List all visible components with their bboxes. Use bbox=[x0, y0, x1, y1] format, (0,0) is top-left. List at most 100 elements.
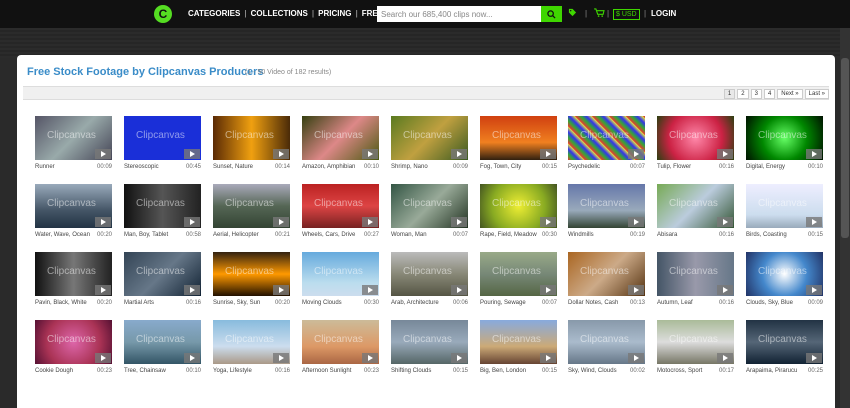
clip-card[interactable]: Clipcanvas Shrimp, Nano 00:09 bbox=[391, 116, 468, 170]
clip-thumbnail[interactable]: Clipcanvas bbox=[568, 320, 645, 364]
clip-thumbnail[interactable]: Clipcanvas bbox=[746, 252, 823, 296]
clip-title[interactable]: Man, Boy, Tablet bbox=[124, 232, 168, 238]
clip-card[interactable]: Clipcanvas Aerial, Helicopter 00:21 bbox=[213, 184, 290, 238]
clip-card[interactable]: Clipcanvas Wheels, Cars, Drive 00:27 bbox=[302, 184, 379, 238]
scrollbar-thumb[interactable] bbox=[841, 58, 849, 238]
clip-card[interactable]: Clipcanvas Abisara 00:16 bbox=[657, 184, 734, 238]
clip-title[interactable]: Yoga, Lifestyle bbox=[213, 368, 252, 374]
clip-title[interactable]: Digital, Energy bbox=[746, 164, 785, 170]
clipcanvas-logo[interactable]: C bbox=[154, 5, 172, 23]
clip-title[interactable]: Sunset, Nature bbox=[213, 164, 253, 170]
clip-thumbnail[interactable]: Clipcanvas bbox=[657, 116, 734, 160]
clip-thumbnail[interactable]: Clipcanvas bbox=[568, 252, 645, 296]
clip-thumbnail[interactable]: Clipcanvas bbox=[657, 320, 734, 364]
clip-title[interactable]: Cookie Dough bbox=[35, 368, 73, 374]
clip-thumbnail[interactable]: Clipcanvas bbox=[124, 252, 201, 296]
clip-card[interactable]: Clipcanvas Woman, Man 00:07 bbox=[391, 184, 468, 238]
clip-card[interactable]: Clipcanvas Arab, Architecture 00:06 bbox=[391, 252, 468, 306]
clip-thumbnail[interactable]: Clipcanvas bbox=[35, 252, 112, 296]
play-icon[interactable] bbox=[806, 217, 822, 227]
clip-thumbnail[interactable]: Clipcanvas bbox=[35, 320, 112, 364]
play-icon[interactable] bbox=[95, 353, 111, 363]
clip-card[interactable]: Clipcanvas Water, Wave, Ocean 00:20 bbox=[35, 184, 112, 238]
clip-thumbnail[interactable]: Clipcanvas bbox=[746, 116, 823, 160]
clip-title[interactable]: Arab, Architecture bbox=[391, 300, 439, 306]
clip-title[interactable]: Aerial, Helicopter bbox=[213, 232, 259, 238]
last-page-button[interactable]: Last » bbox=[804, 89, 829, 99]
clip-thumbnail[interactable]: Clipcanvas bbox=[657, 252, 734, 296]
clip-thumbnail[interactable]: Clipcanvas bbox=[746, 184, 823, 228]
clip-title[interactable]: Windmills bbox=[568, 232, 594, 238]
clip-card[interactable]: Clipcanvas Afternoon Sunlight 00:23 bbox=[302, 320, 379, 374]
play-icon[interactable] bbox=[717, 149, 733, 159]
play-icon[interactable] bbox=[806, 353, 822, 363]
clip-thumbnail[interactable]: Clipcanvas bbox=[657, 184, 734, 228]
cart-icon[interactable] bbox=[594, 8, 605, 20]
clip-thumbnail[interactable]: Clipcanvas bbox=[480, 252, 557, 296]
clip-card[interactable]: Clipcanvas Arapaima, Pirarucu 00:25 bbox=[746, 320, 823, 374]
clip-thumbnail[interactable]: Clipcanvas bbox=[746, 320, 823, 364]
clip-thumbnail[interactable]: Clipcanvas bbox=[302, 116, 379, 160]
play-icon[interactable] bbox=[540, 353, 556, 363]
clip-thumbnail[interactable]: Clipcanvas bbox=[302, 252, 379, 296]
play-icon[interactable] bbox=[95, 149, 111, 159]
play-icon[interactable] bbox=[540, 149, 556, 159]
clip-card[interactable]: Clipcanvas Sky, Wind, Clouds 00:02 bbox=[568, 320, 645, 374]
clip-thumbnail[interactable]: Clipcanvas bbox=[480, 320, 557, 364]
clip-thumbnail[interactable]: Clipcanvas bbox=[480, 184, 557, 228]
clip-thumbnail[interactable]: Clipcanvas bbox=[480, 116, 557, 160]
tag-icon[interactable] bbox=[568, 8, 577, 20]
clip-thumbnail[interactable]: Clipcanvas bbox=[124, 116, 201, 160]
page-2-button[interactable]: 2 bbox=[737, 89, 749, 99]
clip-thumbnail[interactable]: Clipcanvas bbox=[391, 184, 468, 228]
clip-title[interactable]: Psychedelic bbox=[568, 164, 600, 170]
play-icon[interactable] bbox=[184, 149, 200, 159]
play-icon[interactable] bbox=[273, 285, 289, 295]
play-icon[interactable] bbox=[184, 217, 200, 227]
clip-thumbnail[interactable]: Clipcanvas bbox=[124, 320, 201, 364]
play-icon[interactable] bbox=[717, 217, 733, 227]
clip-card[interactable]: Clipcanvas Moving Clouds 00:30 bbox=[302, 252, 379, 306]
play-icon[interactable] bbox=[540, 285, 556, 295]
next-page-button[interactable]: Next » bbox=[777, 89, 803, 99]
nav-pricing[interactable]: PRICING bbox=[318, 9, 351, 18]
clip-thumbnail[interactable]: Clipcanvas bbox=[391, 320, 468, 364]
clip-card[interactable]: Clipcanvas Cookie Dough 00:23 bbox=[35, 320, 112, 374]
play-icon[interactable] bbox=[362, 285, 378, 295]
clip-card[interactable]: Clipcanvas Birds, Coasting 00:15 bbox=[746, 184, 823, 238]
clip-title[interactable]: Clouds, Sky, Blue bbox=[746, 300, 793, 306]
play-icon[interactable] bbox=[540, 217, 556, 227]
play-icon[interactable] bbox=[273, 149, 289, 159]
page-3-button[interactable]: 3 bbox=[750, 89, 762, 99]
clip-thumbnail[interactable]: Clipcanvas bbox=[213, 320, 290, 364]
play-icon[interactable] bbox=[273, 353, 289, 363]
play-icon[interactable] bbox=[451, 217, 467, 227]
clip-card[interactable]: Clipcanvas Rape, Field, Meadow 00:30 bbox=[480, 184, 557, 238]
clip-card[interactable]: Clipcanvas Tree, Chainsaw 00:10 bbox=[124, 320, 201, 374]
page-4-button[interactable]: 4 bbox=[763, 89, 776, 99]
clip-title[interactable]: Arapaima, Pirarucu bbox=[746, 368, 797, 374]
play-icon[interactable] bbox=[95, 217, 111, 227]
clip-title[interactable]: Big, Ben, London bbox=[480, 368, 526, 374]
clip-title[interactable]: Tulip, Flower bbox=[657, 164, 691, 170]
clip-title[interactable]: Fog, Town, City bbox=[480, 164, 521, 170]
clip-card[interactable]: Clipcanvas Martial Arts 00:16 bbox=[124, 252, 201, 306]
play-icon[interactable] bbox=[273, 217, 289, 227]
clip-title[interactable]: Water, Wave, Ocean bbox=[35, 232, 90, 238]
clip-card[interactable]: Clipcanvas Pavin, Black, White 00:20 bbox=[35, 252, 112, 306]
clip-card[interactable]: Clipcanvas Big, Ben, London 00:15 bbox=[480, 320, 557, 374]
clip-title[interactable]: Pavin, Black, White bbox=[35, 300, 87, 306]
play-icon[interactable] bbox=[184, 353, 200, 363]
clip-card[interactable]: Clipcanvas Amazon, Amphibian 00:10 bbox=[302, 116, 379, 170]
clip-card[interactable]: Clipcanvas Tulip, Flower 00:16 bbox=[657, 116, 734, 170]
nav-collections[interactable]: COLLECTIONS bbox=[251, 9, 308, 18]
clip-card[interactable]: Clipcanvas Motocross, Sport 00:17 bbox=[657, 320, 734, 374]
clip-card[interactable]: Clipcanvas Windmills 00:19 bbox=[568, 184, 645, 238]
clip-title[interactable]: Stereoscopic bbox=[124, 164, 159, 170]
page-scrollbar[interactable] bbox=[840, 28, 850, 408]
clip-title[interactable]: Dollar Notes, Cash bbox=[568, 300, 618, 306]
clip-card[interactable]: Clipcanvas Autumn, Leaf 00:16 bbox=[657, 252, 734, 306]
play-icon[interactable] bbox=[451, 353, 467, 363]
clip-title[interactable]: Afternoon Sunlight bbox=[302, 368, 351, 374]
play-icon[interactable] bbox=[628, 285, 644, 295]
